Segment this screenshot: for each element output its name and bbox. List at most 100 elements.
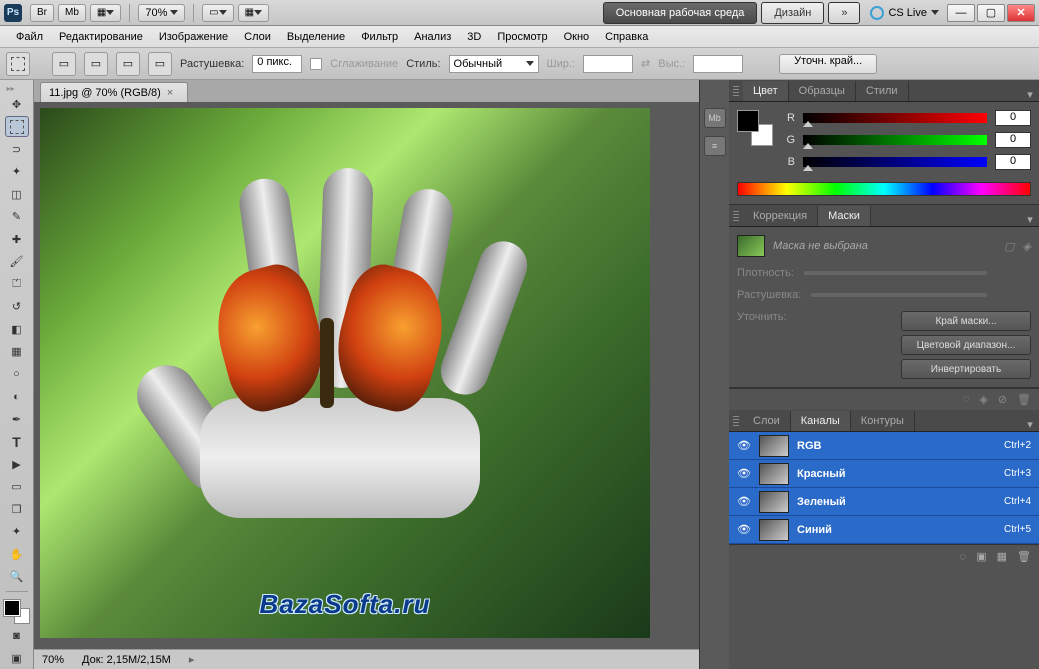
pen-tool[interactable]: ✒ xyxy=(5,409,29,429)
tab-layers[interactable]: Слои xyxy=(743,411,791,431)
feather-input[interactable]: 0 пикс. xyxy=(252,55,302,73)
window-maximize[interactable]: ▢ xyxy=(977,4,1005,22)
move-tool[interactable]: ✥ xyxy=(5,94,29,114)
canvas[interactable]: BazaSofta.ru xyxy=(34,102,699,649)
color-panel-swatches[interactable] xyxy=(737,110,773,146)
load-selection-icon[interactable]: ◌ xyxy=(963,393,970,406)
channel-row-red[interactable]: 👁КрасныйCtrl+3 xyxy=(729,460,1039,488)
delete-channel-icon[interactable]: 🗑 xyxy=(1017,550,1031,563)
menu-image[interactable]: Изображение xyxy=(151,29,236,45)
mask-edge-button[interactable]: Край маски... xyxy=(901,311,1031,331)
channels-panel-menu[interactable]: ▾ xyxy=(1021,418,1039,431)
tab-masks[interactable]: Маски xyxy=(818,206,871,226)
window-minimize[interactable]: — xyxy=(947,4,975,22)
cslive-button[interactable]: CS Live xyxy=(870,6,939,20)
delete-mask-icon[interactable]: 🗑 xyxy=(1017,393,1031,406)
shape-tool[interactable]: ▭ xyxy=(5,476,29,496)
3d-tool[interactable]: ❒ xyxy=(5,499,29,519)
tab-channels[interactable]: Каналы xyxy=(791,411,851,431)
visibility-icon[interactable]: 👁 xyxy=(737,495,751,508)
spectrum-ramp[interactable] xyxy=(737,182,1031,196)
b-value[interactable]: 0 xyxy=(995,154,1031,170)
menu-view[interactable]: Просмотр xyxy=(489,29,555,45)
zoom-tool[interactable]: 🔍 xyxy=(5,566,29,586)
new-selection-icon[interactable]: ▭ xyxy=(52,52,76,76)
3d-camera-tool[interactable]: ✦ xyxy=(5,521,29,541)
wand-tool[interactable]: ✦ xyxy=(5,162,29,182)
workspace-more[interactable]: » xyxy=(828,2,860,24)
g-slider[interactable] xyxy=(803,135,987,145)
menu-analysis[interactable]: Анализ xyxy=(406,29,459,45)
zoom-dropdown[interactable]: 70% xyxy=(138,4,185,22)
intersect-selection-icon[interactable]: ▭ xyxy=(148,52,172,76)
new-channel-icon[interactable]: ▦ xyxy=(997,550,1007,563)
add-selection-icon[interactable]: ▭ xyxy=(84,52,108,76)
gradient-tool[interactable]: ▦ xyxy=(5,341,29,361)
subtract-selection-icon[interactable]: ▭ xyxy=(116,52,140,76)
arrange-documents-button[interactable]: ▦ xyxy=(238,4,269,22)
minibridge-panel-icon[interactable]: Mb xyxy=(704,108,726,128)
channel-row-blue[interactable]: 👁СинийCtrl+5 xyxy=(729,516,1039,544)
channel-row-green[interactable]: 👁ЗеленыйCtrl+4 xyxy=(729,488,1039,516)
menu-file[interactable]: Файл xyxy=(8,29,51,45)
type-tool[interactable]: T xyxy=(5,431,29,451)
eyedropper-tool[interactable]: ✎ xyxy=(5,207,29,227)
pixel-mask-icon[interactable]: ▢ xyxy=(1004,240,1014,253)
window-close[interactable]: ✕ xyxy=(1007,4,1035,22)
bridge-button[interactable]: Br xyxy=(30,4,54,22)
crop-tool[interactable]: ◫ xyxy=(5,184,29,204)
healing-tool[interactable]: ✚ xyxy=(5,229,29,249)
hand-tool[interactable]: ✋ xyxy=(5,544,29,564)
disable-mask-icon[interactable]: ⊘ xyxy=(998,393,1007,406)
status-zoom[interactable]: 70% xyxy=(42,654,64,666)
brush-tool[interactable]: 🖌 xyxy=(5,252,29,272)
minibridge-button[interactable]: Mb xyxy=(58,4,86,22)
visibility-icon[interactable]: 👁 xyxy=(737,467,751,480)
apply-mask-icon[interactable]: ◈ xyxy=(979,393,987,406)
history-panel-icon[interactable]: ≡ xyxy=(704,136,726,156)
path-select-tool[interactable]: ▶ xyxy=(5,454,29,474)
style-select[interactable]: Обычный xyxy=(449,55,539,73)
color-swatches[interactable] xyxy=(4,600,30,624)
quickmask-toggle[interactable]: ◙ xyxy=(5,626,29,646)
menu-edit[interactable]: Редактирование xyxy=(51,29,151,45)
visibility-icon[interactable]: 👁 xyxy=(737,523,751,536)
foreground-color-swatch[interactable] xyxy=(4,600,20,616)
screen-mode-button[interactable]: ▭ xyxy=(202,4,233,22)
masks-panel-menu[interactable]: ▾ xyxy=(1021,213,1039,226)
color-range-button[interactable]: Цветовой диапазон... xyxy=(901,335,1031,355)
menu-help[interactable]: Справка xyxy=(597,29,656,45)
menu-layer[interactable]: Слои xyxy=(236,29,279,45)
invert-button[interactable]: Инвертировать xyxy=(901,359,1031,379)
r-slider[interactable] xyxy=(803,113,987,123)
lasso-tool[interactable]: ⊃ xyxy=(5,139,29,159)
document-tab[interactable]: 11.jpg @ 70% (RGB/8) × xyxy=(40,82,188,102)
vector-mask-icon[interactable]: ◈ xyxy=(1023,240,1031,253)
tab-styles[interactable]: Стили xyxy=(856,81,909,101)
load-channel-selection-icon[interactable]: ◌ xyxy=(960,551,967,563)
g-value[interactable]: 0 xyxy=(995,132,1031,148)
screenmode-toggle[interactable]: ▣ xyxy=(5,648,29,668)
workspace-design[interactable]: Дизайн xyxy=(761,2,824,24)
history-brush-tool[interactable]: ↺ xyxy=(5,297,29,317)
tab-paths[interactable]: Контуры xyxy=(851,411,915,431)
save-selection-icon[interactable]: ▣ xyxy=(976,550,986,563)
tab-adjustments[interactable]: Коррекция xyxy=(743,206,818,226)
blur-tool[interactable]: ○ xyxy=(5,364,29,384)
refine-edge-button[interactable]: Уточн. край... xyxy=(779,54,877,74)
tool-preset-picker[interactable] xyxy=(6,52,30,76)
eraser-tool[interactable]: ◧ xyxy=(5,319,29,339)
menu-filter[interactable]: Фильтр xyxy=(353,29,406,45)
menu-3d[interactable]: 3D xyxy=(459,29,489,45)
menu-window[interactable]: Окно xyxy=(556,29,598,45)
marquee-tool[interactable] xyxy=(5,116,29,137)
workspace-essentials[interactable]: Основная рабочая среда xyxy=(603,2,758,24)
r-value[interactable]: 0 xyxy=(995,110,1031,126)
tab-color[interactable]: Цвет xyxy=(743,81,789,101)
color-panel-menu[interactable]: ▾ xyxy=(1021,88,1039,101)
view-extras-button[interactable]: ▦ xyxy=(90,4,121,22)
channel-row-rgb[interactable]: 👁RGBCtrl+2 xyxy=(729,432,1039,460)
tab-swatches[interactable]: Образцы xyxy=(789,81,856,101)
menu-select[interactable]: Выделение xyxy=(279,29,353,45)
stamp-tool[interactable]: ⏍ xyxy=(5,274,29,294)
